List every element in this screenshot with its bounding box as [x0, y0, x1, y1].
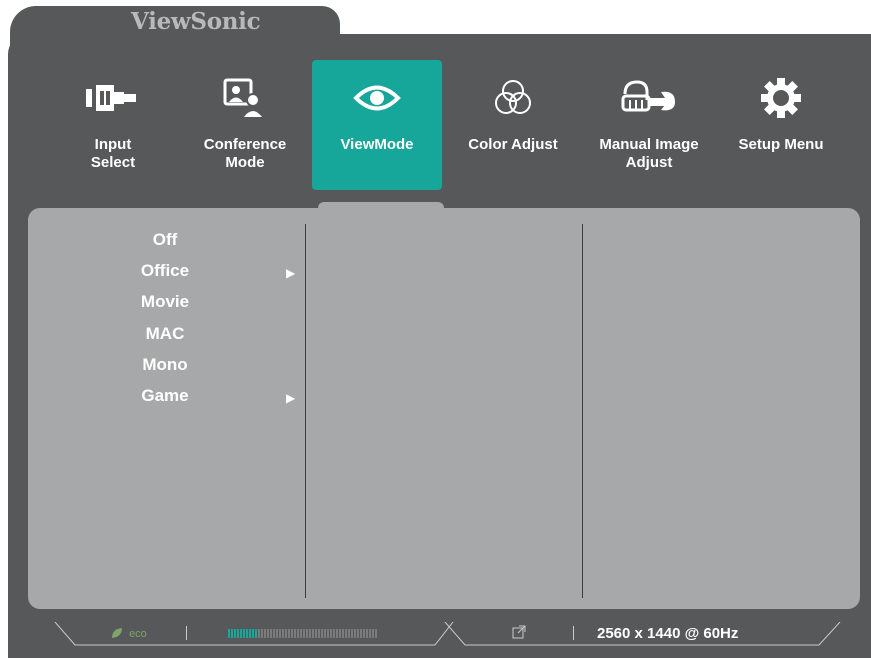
volume-segment — [249, 629, 251, 638]
status-separator — [186, 626, 187, 640]
conference-mode-icon — [180, 78, 310, 118]
input-select-icon — [48, 78, 178, 118]
column-divider — [582, 224, 583, 598]
viewmode-option-off[interactable]: Off — [100, 230, 230, 250]
volume-segment — [309, 629, 311, 638]
menu-label: Conference Mode — [203, 136, 287, 171]
menu-manual-image-adjust[interactable]: Manual Image Adjust — [584, 60, 714, 190]
volume-segment — [234, 629, 236, 638]
volume-segment — [360, 629, 362, 638]
volume-segment — [375, 629, 377, 638]
volume-segment — [258, 629, 260, 638]
volume-segment — [297, 629, 299, 638]
eye-icon — [312, 78, 442, 118]
volume-segment — [276, 629, 278, 638]
volume-segment — [354, 629, 356, 638]
volume-segment — [369, 629, 371, 638]
volume-segment — [273, 629, 275, 638]
menu-label: Input Select — [90, 136, 136, 171]
status-separator — [573, 626, 574, 640]
volume-segment — [288, 629, 290, 638]
column-divider — [305, 224, 306, 598]
eco-label: eco — [129, 628, 147, 640]
volume-segment — [363, 629, 365, 638]
volume-segment — [252, 629, 254, 638]
volume-segment — [240, 629, 242, 638]
menu-viewmode[interactable]: ViewMode — [312, 60, 442, 190]
volume-segment — [336, 629, 338, 638]
eco-mode-icon: eco — [110, 627, 147, 642]
volume-segment — [333, 629, 335, 638]
volume-segment — [330, 629, 332, 638]
viewmode-option-game[interactable]: Game — [100, 386, 230, 406]
menu-setup-menu[interactable]: Setup Menu — [716, 60, 846, 190]
menu-conference-mode[interactable]: Conference Mode — [180, 60, 310, 190]
volume-segment — [315, 629, 317, 638]
volume-segment — [255, 629, 257, 638]
submenu-arrow-icon: ▶ — [286, 391, 296, 405]
volume-segment — [285, 629, 287, 638]
volume-segment — [231, 629, 233, 638]
volume-segment — [306, 629, 308, 638]
volume-segment — [237, 629, 239, 638]
volume-segment — [318, 629, 320, 638]
brand-logo: ViewSonic — [131, 8, 261, 35]
resolution-readout: 2560 x 1440 @ 60Hz — [597, 625, 739, 642]
volume-segment — [342, 629, 344, 638]
volume-segment — [366, 629, 368, 638]
gear-icon — [716, 78, 846, 118]
external-link-icon — [512, 625, 526, 642]
viewmode-option-mac[interactable]: MAC — [100, 324, 230, 344]
volume-segment — [246, 629, 248, 638]
volume-segment — [264, 629, 266, 638]
volume-segment — [351, 629, 353, 638]
volume-segment — [303, 629, 305, 638]
volume-segment — [267, 629, 269, 638]
volume-segment — [228, 629, 230, 638]
color-circles-icon — [448, 78, 578, 118]
volume-segment — [339, 629, 341, 638]
menu-label: Setup Menu — [738, 136, 824, 153]
volume-segment — [291, 629, 293, 638]
volume-segment — [294, 629, 296, 638]
osd-window: ViewSonic Input Select Conference Mode V… — [0, 0, 871, 658]
menu-color-adjust[interactable]: Color Adjust — [448, 60, 578, 190]
volume-segment — [279, 629, 281, 638]
volume-segment — [372, 629, 374, 638]
volume-segment — [243, 629, 245, 638]
volume-segment — [270, 629, 272, 638]
menu-label: ViewMode — [340, 136, 414, 153]
volume-segment — [327, 629, 329, 638]
volume-segment — [300, 629, 302, 638]
volume-segment — [324, 629, 326, 638]
viewmode-option-office[interactable]: Office — [100, 261, 230, 281]
hand-wrench-icon — [584, 78, 714, 118]
volume-segment — [348, 629, 350, 638]
volume-level-bar — [228, 629, 378, 638]
volume-segment — [312, 629, 314, 638]
volume-segment — [282, 629, 284, 638]
viewmode-option-movie[interactable]: Movie — [100, 292, 230, 312]
menu-label: Color Adjust — [468, 136, 558, 153]
submenu-arrow-icon: ▶ — [286, 266, 296, 280]
volume-segment — [321, 629, 323, 638]
viewmode-option-mono[interactable]: Mono — [100, 355, 230, 375]
menu-input-select[interactable]: Input Select — [48, 60, 178, 190]
volume-segment — [357, 629, 359, 638]
volume-segment — [261, 629, 263, 638]
menu-label: Manual Image Adjust — [599, 136, 699, 171]
volume-segment — [345, 629, 347, 638]
